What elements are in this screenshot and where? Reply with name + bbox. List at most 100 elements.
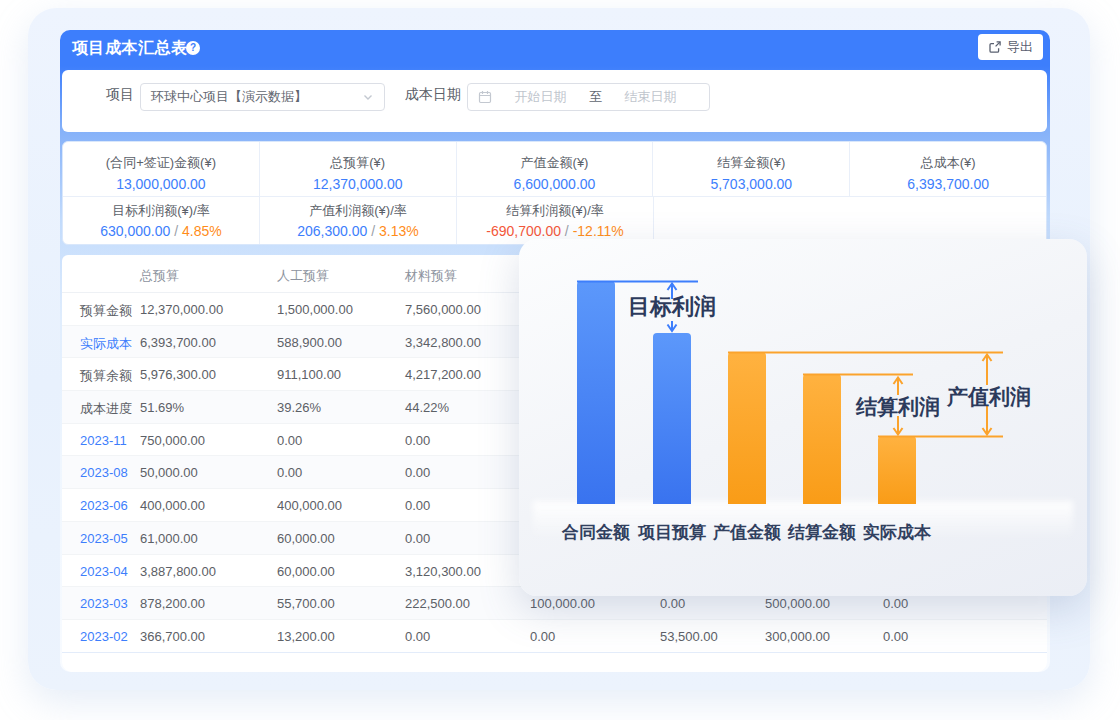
table-cell: 0.00 [405,498,430,513]
table-row: 2023-02 366,700.00 13,200.00 0.00 0.00 53,500… [62,620,1047,653]
annotation-target-profit-label: 目标利润 [628,292,716,322]
table-cell: 3,887,800.00 [140,564,216,579]
summary-row-2: 目标利润额(¥)/率 630,000.00 / 4.85%产值利润额(¥)/率 … [63,197,1046,244]
table-cell: 53,500.00 [660,629,718,644]
summary-card-label: 总预算(¥) [260,154,456,172]
cost-date-label: 成本日期 [405,86,461,104]
export-icon [988,40,1002,54]
date-range-input[interactable]: 开始日期 至 结束日期 [467,83,710,111]
table-cell: 0.00 [277,465,302,480]
chevron-down-icon [362,91,374,103]
chart-axis-label: 实际成本 [849,521,945,544]
table-cell: 400,000.00 [140,498,205,513]
table-cell: 39.26% [277,400,321,415]
summary-cards: (合同+签证)金额(¥) 13,000,000.00总预算(¥) 12,370,… [62,141,1047,245]
summary-card-value: 630,000.00 / 4.85% [63,223,259,239]
row-label[interactable]: 2023-04 [80,564,128,579]
table-cell: 100,000.00 [530,596,595,611]
summary-card-label: 产值利润额(¥)/率 [260,202,456,220]
table-cell: 0.00 [530,629,555,644]
row-label[interactable]: 2023-06 [80,498,128,513]
page-title: 项目成本汇总表 [72,38,188,59]
help-icon[interactable]: ? [186,41,200,55]
row-label[interactable]: 2023-05 [80,531,128,546]
table-cell: 61,000.00 [140,531,198,546]
summary-card-value: 6,600,000.00 [457,176,653,192]
row-label[interactable]: 2023-11 [80,433,127,448]
profit-chart-card: 目标利润 结算利润 产值利润 合同金额项目预算产值金额结算金额实际成本 [519,239,1087,596]
table-cell: 13,200.00 [277,629,335,644]
table-cell: 500,000.00 [765,596,830,611]
summary-card: 总成本(¥) 6,393,700.00 [850,142,1046,196]
summary-card-value: 206,300.00 / 3.13% [260,223,456,239]
start-date-placeholder: 开始日期 [492,88,589,106]
summary-card-value: -690,700.00 / -12.11% [457,223,653,239]
summary-card: 结算金额(¥) 5,703,000.00 [653,142,850,196]
end-date-placeholder: 结束日期 [602,88,699,106]
row-label[interactable]: 2023-02 [80,629,128,644]
project-label: 项目 [106,86,134,104]
summary-card: 产值金额(¥) 6,600,000.00 [457,142,654,196]
table-cell: 0.00 [405,465,430,480]
table-cell: 51.69% [140,400,184,415]
table-cell: 878,200.00 [140,596,205,611]
row-label: 成本进度 [80,400,132,418]
table-cell: 911,100.00 [277,367,341,382]
project-select[interactable]: 环球中心项目【演示数据】 [140,83,385,111]
table-cell: 6,393,700.00 [140,335,216,350]
table-cell: 0.00 [883,629,908,644]
table-cell: 12,370,000.00 [140,302,223,317]
table-cell: 3,120,300.00 [405,564,481,579]
table-cell: 1,500,000.00 [277,302,353,317]
table-cell: 5,976,300.00 [140,367,216,382]
table-cell: 750,000.00 [140,433,205,448]
table-cell: 55,700.00 [277,596,335,611]
column-header: 人工预算 [277,267,329,285]
calendar-icon [478,90,492,104]
summary-card-value: 13,000,000.00 [63,176,259,192]
summary-profit-card: 结算利润额(¥)/率 -690,700.00 / -12.11% [457,197,654,244]
table-cell: 7,560,000.00 [405,302,481,317]
project-select-value: 环球中心项目【演示数据】 [151,88,362,106]
filter-bar: 项目 环球中心项目【演示数据】 成本日期 开始日期 至 结束日期 [62,70,1047,132]
summary-card-label: (合同+签证)金额(¥) [63,154,259,172]
table-cell: 300,000.00 [765,629,830,644]
table-cell: 60,000.00 [277,564,335,579]
summary-card-value: 5,703,000.00 [653,176,849,192]
table-cell: 0.00 [405,531,430,546]
summary-card-label: 结算金额(¥) [653,154,849,172]
date-to-label: 至 [589,88,602,106]
table-cell: 366,700.00 [140,629,205,644]
table-cell: 0.00 [405,433,430,448]
table-cell: 222,500.00 [405,596,470,611]
summary-empty-cell [850,197,1046,244]
summary-profit-card: 目标利润额(¥)/率 630,000.00 / 4.85% [63,197,260,244]
summary-card-label: 目标利润额(¥)/率 [63,202,259,220]
summary-card: 总预算(¥) 12,370,000.00 [260,142,457,196]
table-cell: 0.00 [660,596,685,611]
table-cell: 50,000.00 [140,465,198,480]
row-label: 预算金额 [80,302,132,320]
table-cell: 44.22% [405,400,449,415]
summary-card-value: 6,393,700.00 [850,176,1046,192]
table-cell: 0.00 [883,596,908,611]
row-label[interactable]: 2023-08 [80,465,128,480]
panel-header: 项目成本汇总表 ? 导出 [60,30,1050,66]
row-label[interactable]: 实际成本 [80,335,132,353]
table-cell: 0.00 [277,433,302,448]
table-cell: 0.00 [405,629,430,644]
summary-card-label: 产值金额(¥) [457,154,653,172]
summary-empty-cell [654,197,850,244]
column-header: 材料预算 [405,267,457,285]
export-label: 导出 [1007,38,1033,56]
summary-card-label: 总成本(¥) [850,154,1046,172]
table-cell: 400,000.00 [277,498,342,513]
summary-profit-card: 产值利润额(¥)/率 206,300.00 / 3.13% [260,197,457,244]
row-label[interactable]: 2023-03 [80,596,128,611]
summary-row-1: (合同+签证)金额(¥) 13,000,000.00总预算(¥) 12,370,… [63,142,1046,197]
row-label: 预算余额 [80,367,132,385]
table-cell: 588,900.00 [277,335,342,350]
annotation-settlement-profit-label: 结算利润 [856,393,940,421]
export-button[interactable]: 导出 [978,34,1043,60]
summary-card: (合同+签证)金额(¥) 13,000,000.00 [63,142,260,196]
